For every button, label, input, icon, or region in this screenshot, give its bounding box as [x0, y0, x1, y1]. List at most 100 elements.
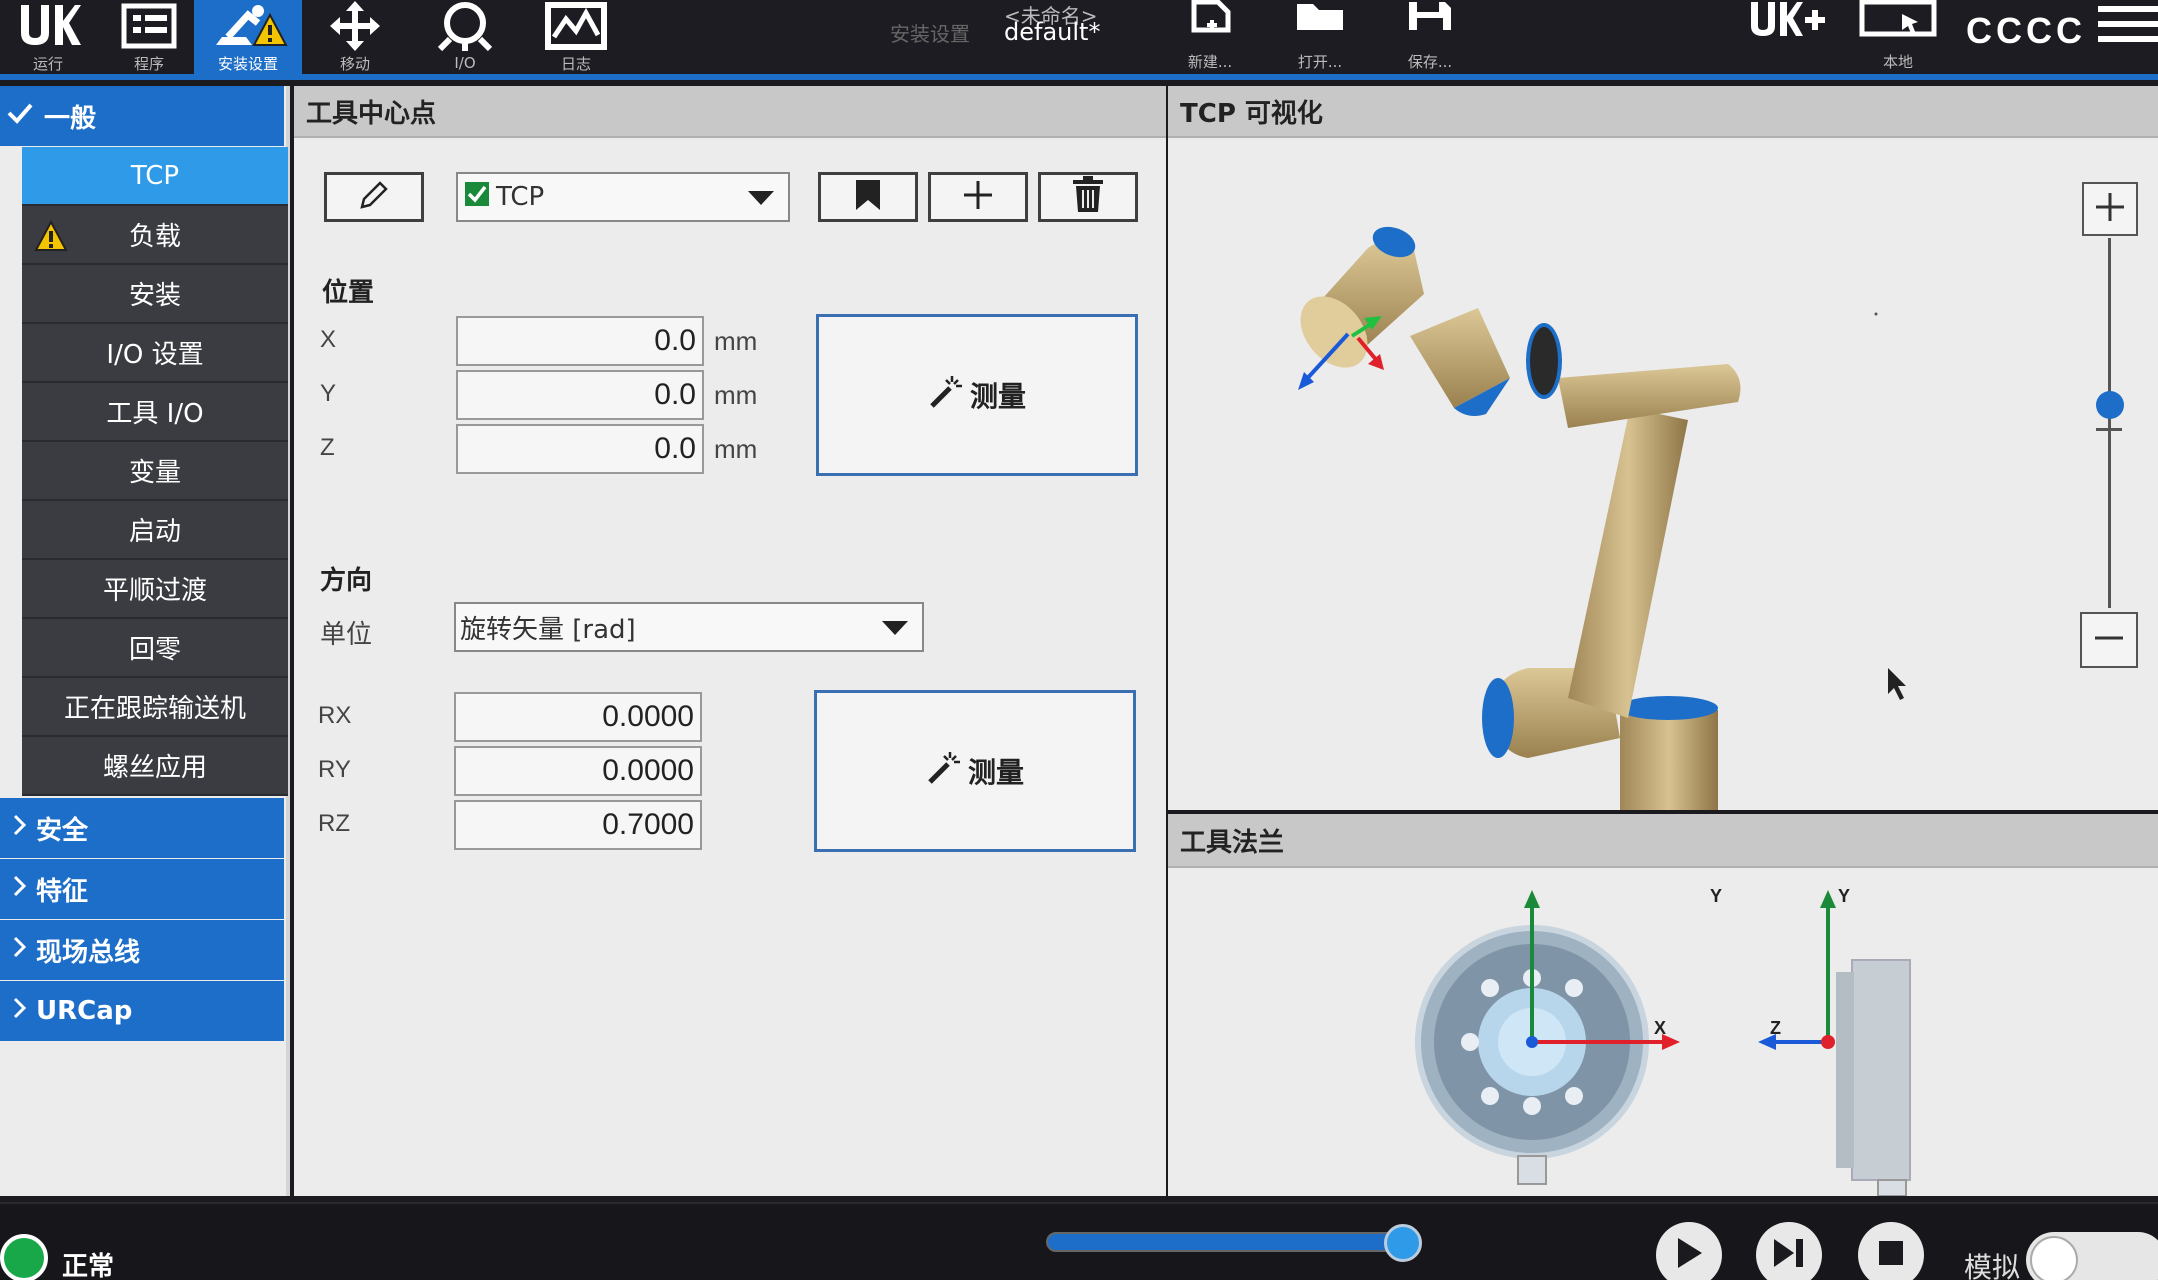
pencil-icon [356, 177, 392, 218]
magic-wand-icon [926, 750, 962, 793]
zoom-slider-track[interactable] [2108, 238, 2111, 608]
sidebar-item-tcp[interactable]: TCP [22, 147, 288, 206]
stop-icon [1877, 1239, 1905, 1272]
sidebar-group-general[interactable]: 一般 [0, 86, 284, 146]
installation-name: default* [1004, 18, 1101, 46]
simulation-toggle[interactable] [2026, 1232, 2158, 1280]
plus-icon [2093, 190, 2127, 229]
sidebar-item-mounting[interactable]: 安装 [22, 265, 288, 324]
sidebar-item-conveyor-tracking[interactable]: 正在跟踪输送机 [22, 678, 288, 737]
tcp-rz-field[interactable]: 0.7000 [454, 800, 702, 850]
tab-io[interactable]: I/O [414, 0, 516, 74]
tcp-rx-field[interactable]: 0.0000 [454, 692, 702, 742]
tab-move-label: 移动 [339, 55, 370, 73]
new-button[interactable]: 新建... [1160, 0, 1260, 74]
urcap-toolbar-button[interactable] [1742, 0, 1832, 74]
front-x-label: X [1654, 1018, 1667, 1038]
x-axis-label: X [320, 326, 337, 353]
z-unit: mm [714, 434, 758, 464]
installation-info[interactable]: 安装设置 <未命名> default* [880, 0, 1140, 74]
tab-program[interactable]: 程序 [96, 0, 202, 74]
tab-installation[interactable]: 安装设置 [194, 0, 302, 74]
tcp-select-value: TCP [496, 182, 545, 212]
delete-tcp-button[interactable] [1038, 172, 1138, 222]
tcp-x-field[interactable]: 0.0 [456, 316, 704, 366]
set-default-tcp-button[interactable] [818, 172, 918, 222]
sidebar-item-label: 启动 [128, 517, 181, 547]
open-button[interactable]: 打开... [1270, 0, 1370, 74]
sidebar-group-fieldbus[interactable]: 现场总线 [0, 920, 284, 980]
simulation-toggle-knob [2030, 1236, 2078, 1280]
position-label: 位置 [322, 278, 375, 308]
zoom-slider-knob[interactable] [2096, 390, 2124, 419]
stop-button[interactable] [1858, 1222, 1924, 1280]
add-tcp-button[interactable] [928, 172, 1028, 222]
orientation-unit-select[interactable]: 旋转矢量 [rad] [454, 602, 924, 652]
y-axis-label: Y [320, 380, 337, 407]
side-z-label: Z [1770, 1018, 1781, 1038]
x-unit: mm [714, 326, 758, 356]
sidebar-item-label: 正在跟踪输送机 [63, 694, 246, 724]
local-control-button[interactable]: 本地 [1852, 0, 1944, 74]
open-button-label: 打开... [1297, 53, 1343, 71]
zoom-in-button[interactable] [2082, 182, 2138, 236]
local-label: 本地 [1882, 53, 1913, 71]
robot-3d-view[interactable] [1168, 138, 2158, 810]
step-button[interactable] [1756, 1222, 1822, 1280]
hamburger-menu-icon[interactable] [2098, 6, 2158, 46]
save-button-label: 保存... [1407, 53, 1453, 71]
io-icon [430, 0, 500, 52]
sidebar-group-features[interactable]: 特征 [0, 859, 284, 919]
sidebar-item-payload[interactable]: 负载 [22, 206, 288, 265]
measure-orientation-button[interactable]: 测量 [814, 690, 1136, 852]
measure-label: 测量 [967, 756, 1024, 789]
rename-tcp-button[interactable] [324, 172, 424, 222]
tcp-panel: 工具中心点 TCP 位置 X 0.0 mm Y 0.0 mm Z 0.0 mm … [294, 86, 1166, 1196]
sidebar-group-label: URCap [36, 996, 133, 1026]
y-unit: mm [714, 380, 758, 410]
sidebar-item-tool-io[interactable]: 工具 I/O [22, 383, 288, 442]
sidebar-item-io-setup[interactable]: I/O 设置 [22, 324, 288, 383]
tcp-select[interactable]: TCP [456, 172, 790, 222]
panel-title: 工具中心点 [294, 86, 1166, 138]
sidebar-item-label: 回零 [128, 635, 181, 665]
sidebar-group-safety[interactable]: 安全 [0, 798, 284, 858]
sidebar-item-smooth-transition[interactable]: 平顺过渡 [22, 560, 288, 619]
rz-axis-label: RZ [318, 810, 350, 837]
tcp-visualization-panel: TCP 可视化 [1168, 86, 2158, 810]
plus-icon [961, 178, 995, 217]
sidebar-item-home[interactable]: 回零 [22, 619, 288, 678]
tab-log-label: 日志 [560, 55, 591, 73]
sidebar-item-startup[interactable]: 启动 [22, 501, 288, 560]
measure-label: 测量 [969, 380, 1026, 413]
status-led-icon[interactable] [0, 1234, 48, 1280]
open-folder-icon [1293, 0, 1347, 51]
tab-move[interactable]: 移动 [304, 0, 406, 74]
save-button[interactable]: 保存... [1380, 0, 1480, 74]
zoom-slider-midmark [2096, 428, 2122, 431]
visualization-title: TCP 可视化 [1168, 86, 2158, 138]
sidebar-item-label: 变量 [128, 458, 181, 488]
front-y-label: Y [1710, 886, 1723, 906]
tcp-z-field[interactable]: 0.0 [456, 424, 704, 474]
speed-slider-knob[interactable] [1384, 1224, 1422, 1262]
simulation-label: 模拟 [1964, 1251, 2021, 1280]
sidebar-group-urcap[interactable]: URCap [0, 981, 284, 1041]
tab-run[interactable]: 运行 [0, 0, 96, 74]
sidebar-item-variables[interactable]: 变量 [22, 442, 288, 501]
play-button[interactable] [1656, 1222, 1722, 1280]
ur-logo-icon [15, 0, 81, 51]
tcp-y-field[interactable]: 0.0 [456, 370, 704, 420]
flange-title: 工具法兰 [1168, 814, 2158, 868]
sidebar-item-screwdriving[interactable]: 螺丝应用 [22, 737, 288, 796]
tab-log[interactable]: 日志 [526, 0, 626, 74]
speed-slider-track[interactable] [1046, 1232, 1404, 1252]
tcp-ry-field[interactable]: 0.0000 [454, 746, 702, 796]
measure-position-button[interactable]: 测量 [816, 314, 1138, 476]
trash-icon [1071, 175, 1105, 219]
ur-plus-icon [1747, 0, 1827, 51]
zoom-out-button[interactable] [2080, 612, 2138, 668]
z-axis-label: Z [320, 434, 335, 461]
sidebar-item-label: 工具 I/O [106, 399, 204, 429]
sidebar-group-label: 特征 [36, 876, 89, 907]
